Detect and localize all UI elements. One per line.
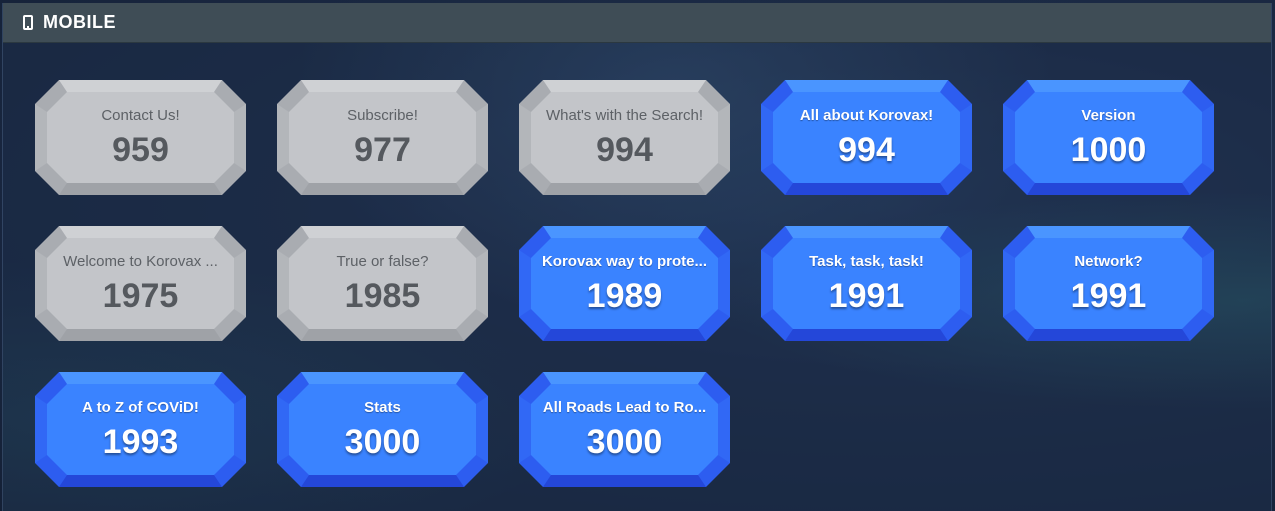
mobile-panel: MOBILE Contact Us! 959 Subscribe! 977 Wh… [2,3,1272,511]
challenge-badge[interactable]: A to Z of COViD! 1993 [35,372,246,487]
challenge-points: 1985 [344,277,421,315]
challenge-badge[interactable]: Welcome to Korovax ... 1975 [35,226,246,341]
challenge-points: 1000 [1070,131,1147,169]
challenge-name: Contact Us! [101,107,180,124]
challenge-badge[interactable]: All about Korovax! 994 [761,80,972,195]
challenge-badge[interactable]: Contact Us! 959 [35,80,246,195]
challenge-badge[interactable]: Subscribe! 977 [277,80,488,195]
challenge-name: Korovax way to prote... [541,253,708,270]
challenge-points: 977 [354,131,411,169]
challenge-name: Stats [364,399,401,416]
challenge-name: All about Korovax! [799,107,934,124]
challenge-name: True or false? [336,253,429,270]
challenge-badge[interactable]: Network? 1991 [1003,226,1214,341]
challenge-points: 1991 [828,277,905,315]
challenge-badge[interactable]: True or false? 1985 [277,226,488,341]
challenge-grid: Contact Us! 959 Subscribe! 977 What's wi… [3,3,1271,511]
challenge-points: 3000 [586,423,663,461]
challenge-badge[interactable]: What's with the Search! 994 [519,80,730,195]
challenge-points: 3000 [344,423,421,461]
challenge-badge[interactable]: Version 1000 [1003,80,1214,195]
challenge-name: Version [1081,107,1136,124]
challenge-badge[interactable]: Korovax way to prote... 1989 [519,226,730,341]
challenge-name: A to Z of COViD! [82,399,199,416]
challenge-name: All Roads Lead to Ro... [542,399,707,416]
challenge-name: Subscribe! [347,107,418,124]
challenge-name: Task, task, task! [809,253,924,270]
challenge-badge[interactable]: Stats 3000 [277,372,488,487]
challenge-points: 994 [596,131,653,169]
challenge-points: 1993 [102,423,179,461]
challenge-badge[interactable]: Task, task, task! 1991 [761,226,972,341]
challenge-name: Welcome to Korovax ... [63,253,218,270]
challenge-points: 1991 [1070,277,1147,315]
challenge-name: What's with the Search! [545,107,704,124]
challenge-name: Network? [1074,253,1143,270]
challenge-points: 959 [112,131,169,169]
challenge-points: 1989 [586,277,663,315]
challenge-points: 1975 [102,277,179,315]
challenge-badge[interactable]: All Roads Lead to Ro... 3000 [519,372,730,487]
challenge-points: 994 [838,131,895,169]
